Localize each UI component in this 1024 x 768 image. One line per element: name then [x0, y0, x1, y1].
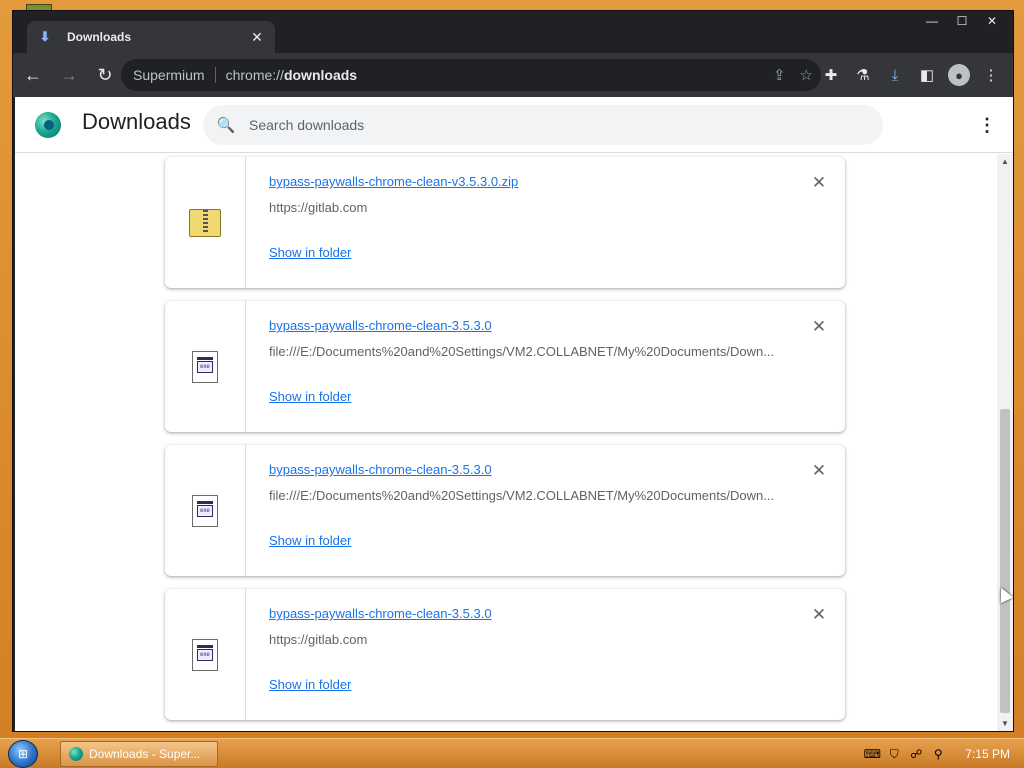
- tab-title: Downloads: [67, 30, 132, 44]
- file-icon-column: exe: [165, 445, 246, 576]
- file-source-url: https://gitlab.com: [269, 632, 368, 647]
- more-actions-icon[interactable]: ⋮: [975, 111, 999, 139]
- omnibox-actions: ⇪ ☆: [773, 59, 813, 91]
- scroll-thumb[interactable]: [1000, 409, 1010, 713]
- window-controls: — ☐ ✕: [919, 13, 1005, 29]
- browser-app-icon: [69, 747, 83, 761]
- start-button[interactable]: ⊞: [8, 740, 38, 768]
- file-name-link[interactable]: bypass-paywalls-chrome-clean-3.5.3.0: [269, 462, 492, 477]
- toolbar-right: ✚ ⚗ ⤓ ◧ ● ⋮: [817, 59, 1005, 91]
- bookmark-star-icon[interactable]: ☆: [800, 66, 813, 84]
- url-host: downloads: [283, 67, 358, 83]
- zip-file-icon: [189, 208, 221, 237]
- tab-close-icon[interactable]: ✕: [249, 29, 265, 45]
- address-bar[interactable]: Supermium chrome:// downloads ⇪ ☆: [121, 59, 821, 91]
- share-icon[interactable]: ⇪: [773, 66, 786, 84]
- search-box[interactable]: 🔍: [203, 105, 883, 145]
- system-tray: ⌨ ⛉ ☍ ⚲ 7:15 PM: [864, 739, 1024, 768]
- show-in-folder-link[interactable]: Show in folder: [269, 389, 351, 404]
- file-source-url: file:///E:/Documents%20and%20Settings/VM…: [269, 344, 775, 359]
- profile-button[interactable]: ●: [945, 59, 973, 91]
- file-icon-column: [165, 157, 246, 288]
- file-name-link[interactable]: bypass-paywalls-chrome-clean-v3.5.3.0.zi…: [269, 174, 518, 189]
- download-item: exe bypass-paywalls-chrome-clean-3.5.3.0…: [165, 445, 845, 576]
- remove-item-icon[interactable]: ✕: [809, 317, 829, 337]
- file-icon-column: exe: [165, 589, 246, 720]
- browser-menu-icon[interactable]: ⋮: [977, 59, 1005, 91]
- title-bar: ⬇ Downloads ✕ — ☐ ✕: [13, 11, 1013, 53]
- download-item: exe bypass-paywalls-chrome-clean-3.5.3.0…: [165, 301, 845, 432]
- file-name-link[interactable]: bypass-paywalls-chrome-clean-3.5.3.0: [269, 318, 492, 333]
- url-scheme: chrome://: [225, 67, 284, 83]
- shield-icon[interactable]: ⛉: [887, 747, 901, 761]
- close-window-button[interactable]: ✕: [979, 13, 1005, 29]
- show-in-folder-link[interactable]: Show in folder: [269, 245, 351, 260]
- show-in-folder-link[interactable]: Show in folder: [269, 677, 351, 692]
- search-input[interactable]: [249, 117, 849, 133]
- downloads-toolbar-icon[interactable]: ⤓: [881, 59, 909, 91]
- labs-flask-icon[interactable]: ⚗: [849, 59, 877, 91]
- downloads-page: Downloads 🔍 ⋮ bypass-paywalls-chrome-cle…: [15, 97, 1013, 731]
- taskbar-item-downloads[interactable]: Downloads - Super...: [60, 741, 218, 767]
- remove-item-icon[interactable]: ✕: [809, 173, 829, 193]
- minimize-button[interactable]: —: [919, 13, 945, 29]
- remove-item-icon[interactable]: ✕: [809, 605, 829, 625]
- remove-item-icon[interactable]: ✕: [809, 461, 829, 481]
- network-icon[interactable]: ☍: [909, 747, 923, 761]
- keyboard-icon[interactable]: ⌨: [864, 747, 881, 761]
- download-item: bypass-paywalls-chrome-clean-v3.5.3.0.zi…: [165, 157, 845, 288]
- tab-downloads[interactable]: ⬇ Downloads ✕: [27, 21, 275, 53]
- download-icon: ⬇: [39, 29, 51, 44]
- taskbar: ⊞ Downloads - Super... ⌨ ⛉ ☍ ⚲ 7:15 PM: [0, 738, 1024, 768]
- omnibox-separator: [214, 67, 216, 83]
- download-item: exe bypass-paywalls-chrome-clean-3.5.3.0…: [165, 589, 845, 720]
- site-name: Supermium: [133, 67, 205, 83]
- downloads-list: bypass-paywalls-chrome-clean-v3.5.3.0.zi…: [15, 154, 997, 731]
- extensions-icon[interactable]: ✚: [817, 59, 845, 91]
- clock[interactable]: 7:15 PM: [965, 747, 1010, 761]
- application-file-icon: exe: [192, 350, 218, 383]
- back-button[interactable]: ←: [17, 59, 49, 91]
- supermium-logo: [35, 112, 61, 138]
- search-tray-icon[interactable]: ⚲: [931, 747, 945, 761]
- scroll-up-arrow-icon[interactable]: ▲: [1001, 157, 1009, 166]
- maximize-button[interactable]: ☐: [949, 13, 975, 29]
- scroll-down-arrow-icon[interactable]: ▼: [1001, 719, 1009, 728]
- file-name-link[interactable]: bypass-paywalls-chrome-clean-3.5.3.0: [269, 606, 492, 621]
- page-header: Downloads 🔍 ⋮: [15, 97, 1013, 153]
- application-file-icon: exe: [192, 494, 218, 527]
- file-icon-column: exe: [165, 301, 246, 432]
- page-title: Downloads: [82, 109, 191, 134]
- application-file-icon: exe: [192, 638, 218, 671]
- reload-button[interactable]: ↻: [89, 59, 121, 91]
- side-panel-icon[interactable]: ◧: [913, 59, 941, 91]
- taskbar-item-label: Downloads - Super...: [89, 747, 201, 761]
- avatar-icon: ●: [948, 64, 970, 86]
- file-source-url: https://gitlab.com: [269, 200, 368, 215]
- file-source-url: file:///E:/Documents%20and%20Settings/VM…: [269, 488, 775, 503]
- show-in-folder-link[interactable]: Show in folder: [269, 533, 351, 548]
- search-icon: 🔍: [216, 117, 236, 134]
- browser-window: ⬇ Downloads ✕ — ☐ ✕ ← → ↻ Supermium chro…: [12, 10, 1014, 732]
- vertical-scrollbar[interactable]: ▲ ▼: [997, 154, 1013, 731]
- forward-button[interactable]: →: [53, 59, 85, 91]
- browser-toolbar: ← → ↻ Supermium chrome:// downloads ⇪ ☆ …: [13, 53, 1013, 97]
